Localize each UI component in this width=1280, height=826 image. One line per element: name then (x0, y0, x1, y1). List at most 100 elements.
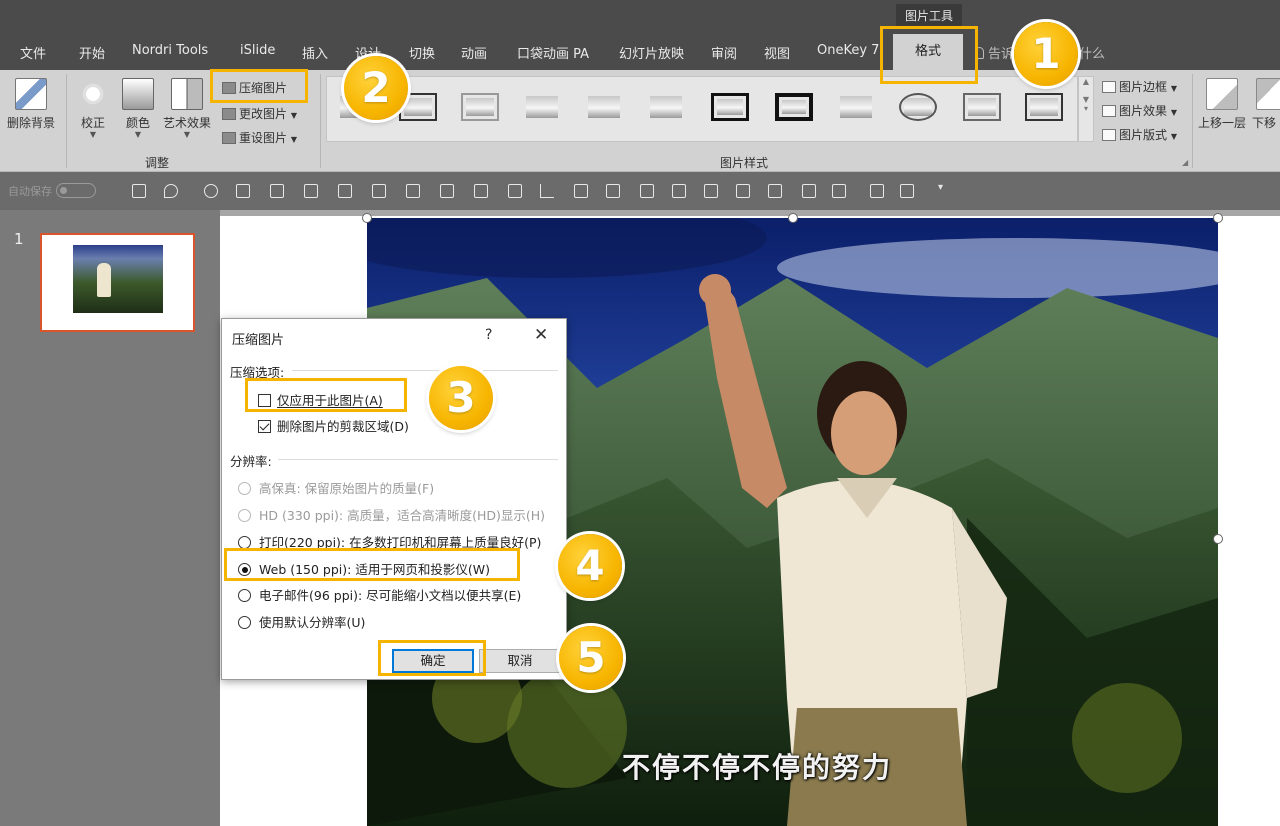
picture-border-button[interactable]: 图片边框 ▼ (1102, 78, 1177, 95)
outline-icon[interactable] (900, 184, 914, 198)
radio-icon (238, 482, 251, 495)
step-badge-1: 1 (1014, 22, 1078, 86)
picture-layout-button[interactable]: 图片版式 ▼ (1102, 126, 1177, 143)
ribbon-separator (320, 74, 321, 168)
triangle-icon[interactable] (540, 184, 554, 198)
resize-handle-top-right[interactable] (1213, 213, 1223, 223)
checkbox-checked-icon (258, 420, 271, 433)
presenter-icon[interactable] (236, 184, 250, 198)
tab-review[interactable]: 审阅 (711, 43, 737, 62)
tab-pocket-animation[interactable]: 口袋动画 PA (517, 43, 589, 62)
picture-styles-gallery (326, 76, 1078, 142)
save-icon[interactable] (132, 184, 146, 198)
ribbon-separator (1192, 74, 1193, 168)
flip-icon[interactable] (640, 184, 654, 198)
reset-picture-label: 重设图片 (239, 131, 288, 145)
color-button[interactable]: 颜色 ▼ (113, 76, 163, 139)
remove-background-button[interactable]: 删除背景 (6, 76, 56, 131)
autosave-toggle[interactable]: 自动保存 (8, 183, 96, 199)
tab-insert[interactable]: 插入 (302, 43, 328, 62)
tab-slideshow[interactable]: 幻灯片放映 (619, 43, 684, 62)
picture-effects-button[interactable]: 图片效果 ▼ (1102, 102, 1177, 119)
shape-icon[interactable] (574, 184, 588, 198)
slide-thumbnail[interactable] (40, 233, 195, 332)
corrections-label: 校正 (80, 116, 105, 130)
picture-style-soft-edge[interactable] (647, 93, 685, 121)
picture-style-center-shadow[interactable] (963, 93, 1001, 121)
picture-style-metal-frame[interactable] (461, 93, 499, 121)
chevron-down-icon: ▼ (89, 130, 97, 139)
bring-forward-button[interactable]: 上移一层 (1198, 76, 1246, 131)
chevron-down-icon: ▼ (1170, 84, 1177, 93)
tab-nordri-tools[interactable]: Nordri Tools (132, 43, 208, 58)
picture-style-rounded-diagonal[interactable] (1025, 93, 1063, 121)
tab-view[interactable]: 视图 (764, 43, 790, 62)
selection-pane-icon[interactable] (870, 184, 884, 198)
gallery-scroll[interactable]: ▲ ▼ ▾ (1078, 76, 1094, 142)
highlight-compress-pictures (210, 69, 308, 103)
change-picture-button[interactable]: 更改图片 ▼ (222, 105, 297, 122)
chevron-down-icon: ▼ (1170, 132, 1177, 141)
picture-style-thick-matte-black[interactable] (775, 93, 813, 121)
ungroup-icon[interactable] (704, 184, 718, 198)
rotate-icon[interactable] (606, 184, 620, 198)
distribute-horizontal-icon[interactable] (474, 184, 488, 198)
chevron-down-icon: ▼ (134, 130, 142, 139)
tab-home[interactable]: 开始 (79, 43, 105, 62)
picture-style-reflected[interactable] (585, 93, 623, 121)
reset-picture-button[interactable]: 重设图片 ▼ (222, 129, 297, 146)
tab-transitions[interactable]: 切换 (409, 43, 435, 62)
resize-handle-middle-right[interactable] (1213, 534, 1223, 544)
radio-icon (238, 509, 251, 522)
resolution-high-fidelity-radio[interactable]: 高保真: 保留原始图片的质量(F) (238, 478, 434, 497)
dialog-launcher-icon[interactable]: ◢ (1182, 158, 1188, 167)
quick-access-toolbar: 自动保存 ▾ (0, 172, 1280, 210)
help-icon[interactable]: ? (485, 327, 492, 343)
picture-style-double-frame-black[interactable] (711, 93, 749, 121)
picture-styles-group-label: 图片样式 (720, 156, 769, 170)
tab-file[interactable]: 文件 (20, 43, 46, 62)
tab-islide[interactable]: iSlide (240, 43, 275, 58)
ribbon: 删除背景 校正 ▼ 颜色 ▼ 艺术效果 ▼ 压缩图片 更改图片 ▼ 重设图片 ▼… (0, 70, 1280, 172)
resize-handle-top-center[interactable] (788, 213, 798, 223)
align-bottom-icon[interactable] (440, 184, 454, 198)
toggle-switch-icon (56, 183, 96, 198)
align-top-icon[interactable] (372, 184, 386, 198)
highlight-web-resolution (224, 548, 520, 581)
resolution-hd-radio[interactable]: HD (330 ppi): 高质量，适合高清晰度(HD)显示(H) (238, 505, 545, 524)
undo-icon[interactable] (164, 184, 178, 198)
send-backward-icon (1256, 78, 1280, 110)
send-backward-button[interactable]: 下移 (1252, 76, 1280, 131)
crop-icon[interactable] (736, 184, 750, 198)
tab-animations[interactable]: 动画 (461, 43, 487, 62)
picture-style-simple-frame-black[interactable] (837, 93, 875, 121)
delete-cropped-areas-checkbox[interactable]: 删除图片的剪裁区域(D) (258, 416, 409, 435)
align-right-icon[interactable] (338, 184, 352, 198)
align-left-icon[interactable] (270, 184, 284, 198)
radio-icon (238, 616, 251, 629)
artistic-effects-button[interactable]: 艺术效果 ▼ (162, 76, 212, 139)
corrections-button[interactable]: 校正 ▼ (68, 76, 118, 139)
redo-icon[interactable] (204, 184, 218, 198)
remove-background-label: 删除背景 (6, 116, 55, 130)
tab-onekey[interactable]: OneKey 7 (817, 43, 879, 58)
group-icon[interactable] (672, 184, 686, 198)
picture-style-oval[interactable] (899, 93, 937, 121)
align-middle-icon[interactable] (406, 184, 420, 198)
picture-fill-icon[interactable] (832, 184, 846, 198)
picture-layout-icon (1102, 129, 1116, 141)
bring-forward-icon (1206, 78, 1238, 110)
resolution-default-radio[interactable]: 使用默认分辨率(U) (238, 612, 365, 631)
resolution-email-radio[interactable]: 电子邮件(96 ppi): 尽可能缩小文档以便共享(E) (238, 585, 521, 604)
picture-border-label: 图片边框 (1119, 80, 1168, 94)
resize-handle-top-left[interactable] (362, 213, 372, 223)
close-icon[interactable]: ✕ (534, 325, 548, 345)
distribute-vertical-icon[interactable] (508, 184, 522, 198)
format-painter-icon[interactable] (802, 184, 816, 198)
picture-style-drop-shadow[interactable] (523, 93, 561, 121)
merge-shapes-icon[interactable] (768, 184, 782, 198)
align-center-icon[interactable] (304, 184, 318, 198)
artistic-effects-icon (171, 78, 203, 110)
cancel-button[interactable]: 取消 (479, 649, 561, 673)
customize-toolbar-icon[interactable]: ▾ (938, 182, 952, 196)
